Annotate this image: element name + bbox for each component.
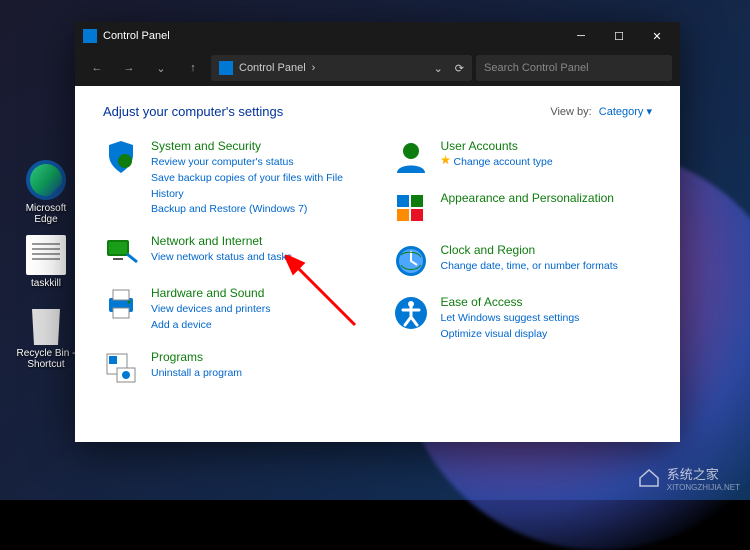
- minimize-button[interactable]: ─: [562, 22, 600, 50]
- desktop-icon-label: taskkill: [16, 278, 76, 289]
- category-link[interactable]: Let Windows suggest settings: [441, 311, 580, 327]
- desktop-icon-label: Microsoft Edge: [16, 203, 76, 225]
- category-title[interactable]: System and Security: [151, 139, 363, 153]
- edge-icon: [26, 160, 66, 200]
- network-icon: [103, 234, 139, 270]
- view-by-control[interactable]: View by: Category ▾: [550, 105, 652, 118]
- category-appearance: Appearance and Personalization: [393, 191, 653, 227]
- address-bar[interactable]: Control Panel › ⌄ ⟳: [211, 55, 472, 81]
- user-icon: [393, 139, 429, 175]
- maximize-button[interactable]: ☐: [600, 22, 638, 50]
- category-ease-access: Ease of Access Let Windows suggest setti…: [393, 295, 653, 343]
- titlebar[interactable]: Control Panel ─ ☐ ✕: [75, 22, 680, 50]
- window-title: Control Panel: [103, 30, 562, 42]
- desktop-icon-edge[interactable]: Microsoft Edge: [16, 160, 76, 225]
- category-link[interactable]: Add a device: [151, 318, 270, 334]
- desktop-icon-label: Recycle Bin - Shortcut: [16, 348, 76, 370]
- close-button[interactable]: ✕: [638, 22, 676, 50]
- refresh-button[interactable]: ⟳: [455, 62, 464, 75]
- forward-button[interactable]: →: [115, 54, 143, 82]
- category-link[interactable]: Change date, time, or number formats: [441, 259, 618, 275]
- right-column: User Accounts Change account type Appear…: [393, 139, 653, 402]
- breadcrumb-arrow[interactable]: ›: [312, 62, 316, 74]
- navbar: ← → ⌄ ↑ Control Panel › ⌄ ⟳ Search Contr…: [75, 50, 680, 86]
- shield-icon: [103, 139, 139, 175]
- category-title[interactable]: Clock and Region: [441, 243, 618, 257]
- chevron-down-icon[interactable]: ⌄: [434, 62, 443, 75]
- category-link[interactable]: Uninstall a program: [151, 366, 242, 382]
- category-link[interactable]: View network status and tasks: [151, 250, 292, 266]
- appearance-icon: [393, 191, 429, 227]
- search-input[interactable]: Search Control Panel: [476, 55, 672, 81]
- up-button[interactable]: ↑: [179, 54, 207, 82]
- category-programs: Programs Uninstall a program: [103, 350, 363, 386]
- category-link[interactable]: Optimize visual display: [441, 327, 580, 343]
- accessibility-icon: [393, 295, 429, 331]
- content-area: Adjust your computer's settings View by:…: [75, 86, 680, 442]
- category-system-security: System and Security Review your computer…: [103, 139, 363, 218]
- breadcrumb[interactable]: Control Panel: [239, 62, 306, 74]
- category-link[interactable]: Review your computer's status: [151, 155, 363, 171]
- control-panel-icon: [219, 61, 233, 75]
- category-title[interactable]: Hardware and Sound: [151, 286, 270, 300]
- control-panel-icon: [83, 29, 97, 43]
- category-network-internet: Network and Internet View network status…: [103, 234, 363, 270]
- back-button[interactable]: ←: [83, 54, 111, 82]
- category-title[interactable]: User Accounts: [441, 139, 553, 153]
- desktop-icon-taskkill[interactable]: taskkill: [16, 235, 76, 289]
- recent-dropdown[interactable]: ⌄: [147, 54, 175, 82]
- category-clock-region: Clock and Region Change date, time, or n…: [393, 243, 653, 279]
- watermark: 系统之家 XITONGZHIJIA.NET: [637, 464, 740, 492]
- textfile-icon: [26, 235, 66, 275]
- category-link[interactable]: View devices and printers: [151, 302, 270, 318]
- desktop-icon-recyclebin[interactable]: Recycle Bin - Shortcut: [16, 305, 76, 370]
- category-title[interactable]: Appearance and Personalization: [441, 191, 614, 205]
- category-title[interactable]: Programs: [151, 350, 242, 364]
- category-title[interactable]: Ease of Access: [441, 295, 580, 309]
- recyclebin-icon: [26, 305, 66, 345]
- programs-icon: [103, 350, 139, 386]
- category-link[interactable]: Save backup copies of your files with Fi…: [151, 171, 363, 203]
- left-column: System and Security Review your computer…: [103, 139, 363, 402]
- category-link[interactable]: Backup and Restore (Windows 7): [151, 202, 363, 218]
- category-link[interactable]: Change account type: [441, 155, 553, 171]
- control-panel-window: Control Panel ─ ☐ ✕ ← → ⌄ ↑ Control Pane…: [75, 22, 680, 442]
- category-title[interactable]: Network and Internet: [151, 234, 292, 248]
- search-placeholder: Search Control Panel: [484, 62, 589, 74]
- category-hardware-sound: Hardware and Sound View devices and prin…: [103, 286, 363, 334]
- category-user-accounts: User Accounts Change account type: [393, 139, 653, 175]
- printer-icon: [103, 286, 139, 322]
- clock-icon: [393, 243, 429, 279]
- page-heading: Adjust your computer's settings: [103, 104, 283, 119]
